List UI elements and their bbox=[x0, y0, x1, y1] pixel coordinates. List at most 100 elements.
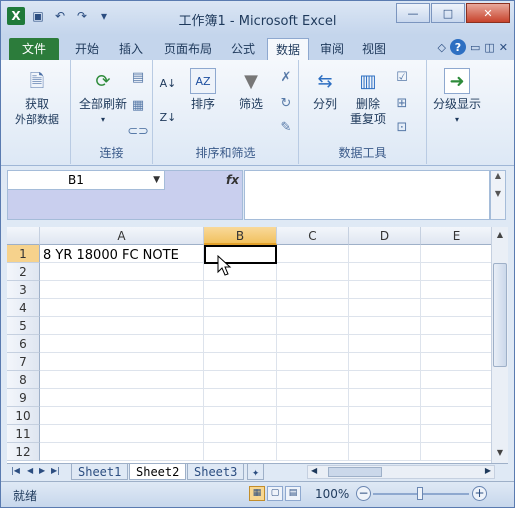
cell-b6[interactable] bbox=[204, 335, 277, 353]
cell-e1[interactable] bbox=[421, 245, 491, 263]
active-cell-b1[interactable] bbox=[204, 245, 277, 264]
scroll-down-icon[interactable]: ▼ bbox=[493, 446, 507, 460]
row-header-4[interactable]: 4 bbox=[7, 299, 40, 317]
cell-a11[interactable] bbox=[40, 425, 204, 443]
zoom-slider-thumb[interactable] bbox=[417, 487, 423, 500]
cell-e3[interactable] bbox=[421, 281, 491, 299]
data-validation-icon[interactable]: ☑ bbox=[393, 68, 411, 86]
sort-button[interactable]: AZ 排序 bbox=[183, 68, 223, 112]
row-header-11[interactable]: 11 bbox=[7, 425, 40, 443]
tab-insert[interactable]: 插入 bbox=[111, 38, 151, 60]
scroll-right-icon[interactable]: ▶ bbox=[485, 466, 491, 475]
cell-d6[interactable] bbox=[349, 335, 421, 353]
clear-filter-icon[interactable]: ✗ bbox=[277, 68, 295, 86]
tab-formulas[interactable]: 公式 bbox=[223, 38, 263, 60]
customize-qat-icon[interactable]: ▾ bbox=[95, 7, 113, 25]
page-break-view-icon[interactable]: ▤ bbox=[285, 486, 301, 501]
help-icon[interactable]: ? bbox=[449, 39, 466, 55]
doc-close-icon[interactable]: ✕ bbox=[499, 41, 508, 54]
sort-a-z-icon[interactable]: A↓ bbox=[159, 74, 177, 92]
cell-d7[interactable] bbox=[349, 353, 421, 371]
cell-e8[interactable] bbox=[421, 371, 491, 389]
column-header-b[interactable]: B bbox=[204, 227, 277, 245]
cell-b5[interactable] bbox=[204, 317, 277, 335]
cell-a6[interactable] bbox=[40, 335, 204, 353]
column-header-d[interactable]: D bbox=[349, 227, 421, 245]
cell-e6[interactable] bbox=[421, 335, 491, 353]
row-header-6[interactable]: 6 bbox=[7, 335, 40, 353]
cell-b3[interactable] bbox=[204, 281, 277, 299]
cell-a5[interactable] bbox=[40, 317, 204, 335]
tab-view[interactable]: 视图 bbox=[354, 38, 394, 60]
cell-a2[interactable] bbox=[40, 263, 204, 281]
cell-c10[interactable] bbox=[277, 407, 349, 425]
cell-c6[interactable] bbox=[277, 335, 349, 353]
tab-page-layout[interactable]: 页面布局 bbox=[156, 38, 220, 60]
tab-review[interactable]: 审阅 bbox=[312, 38, 352, 60]
redo-icon[interactable]: ↷ bbox=[73, 7, 91, 25]
formula-expand-icon[interactable]: ▲ ▼ bbox=[490, 170, 506, 220]
name-box[interactable]: B1 ▼ bbox=[7, 170, 165, 190]
cell-c9[interactable] bbox=[277, 389, 349, 407]
cell-a1[interactable]: 8 YR 18000 FC NOTE bbox=[43, 247, 179, 265]
tab-data[interactable]: 数据 bbox=[267, 38, 310, 60]
sheet-tab-sheet3[interactable]: Sheet3 bbox=[187, 464, 245, 480]
cell-e10[interactable] bbox=[421, 407, 491, 425]
row-header-12[interactable]: 12 bbox=[7, 443, 40, 461]
insert-sheet-icon[interactable]: ✦ bbox=[247, 464, 265, 480]
row-header-9[interactable]: 9 bbox=[7, 389, 40, 407]
cell-b4[interactable] bbox=[204, 299, 277, 317]
scroll-up-icon[interactable]: ▲ bbox=[493, 228, 507, 242]
what-if-icon[interactable]: ⊡ bbox=[393, 118, 411, 136]
cell-b7[interactable] bbox=[204, 353, 277, 371]
save-icon[interactable]: ▣ bbox=[29, 7, 47, 25]
horizontal-scroll-thumb[interactable] bbox=[328, 467, 382, 477]
outline-button[interactable]: ➜ 分级显示 ▾ bbox=[427, 68, 487, 127]
column-header-a[interactable]: A bbox=[40, 227, 204, 245]
maximize-button[interactable]: □ bbox=[431, 3, 465, 23]
get-external-data-button[interactable]: 🗎 获取 外部数据 bbox=[7, 68, 67, 127]
row-header-7[interactable]: 7 bbox=[7, 353, 40, 371]
cell-a4[interactable] bbox=[40, 299, 204, 317]
cell-c11[interactable] bbox=[277, 425, 349, 443]
name-box-dropdown-icon[interactable]: ▼ bbox=[153, 171, 160, 189]
next-sheet-icon[interactable]: ▶ bbox=[39, 466, 45, 475]
zoom-in-icon[interactable]: + bbox=[472, 486, 487, 501]
prev-sheet-icon[interactable]: ◀ bbox=[27, 466, 33, 475]
cell-d10[interactable] bbox=[349, 407, 421, 425]
cell-b10[interactable] bbox=[204, 407, 277, 425]
row-header-1[interactable]: 1 bbox=[7, 245, 40, 263]
cell-a10[interactable] bbox=[40, 407, 204, 425]
advanced-filter-icon[interactable]: ✎ bbox=[277, 118, 295, 136]
cell-e12[interactable] bbox=[421, 443, 491, 461]
normal-view-icon[interactable]: ▦ bbox=[249, 486, 265, 501]
cell-c3[interactable] bbox=[277, 281, 349, 299]
row-header-3[interactable]: 3 bbox=[7, 281, 40, 299]
row-header-8[interactable]: 8 bbox=[7, 371, 40, 389]
row-header-2[interactable]: 2 bbox=[7, 263, 40, 281]
cell-c1[interactable] bbox=[277, 245, 349, 263]
cell-e4[interactable] bbox=[421, 299, 491, 317]
tab-home[interactable]: 开始 bbox=[67, 38, 107, 60]
fx-icon[interactable]: fx bbox=[226, 173, 239, 187]
last-sheet-icon[interactable]: ▶| bbox=[51, 466, 60, 475]
cell-e7[interactable] bbox=[421, 353, 491, 371]
formula-input[interactable] bbox=[244, 170, 490, 220]
consolidate-icon[interactable]: ⊞ bbox=[393, 94, 411, 112]
cell-b9[interactable] bbox=[204, 389, 277, 407]
cell-a7[interactable] bbox=[40, 353, 204, 371]
cell-b11[interactable] bbox=[204, 425, 277, 443]
cell-c2[interactable] bbox=[277, 263, 349, 281]
excel-logo-icon[interactable]: X bbox=[7, 7, 25, 25]
properties-icon[interactable]: ▦ bbox=[129, 96, 147, 114]
vertical-scrollbar[interactable]: ▲ ▼ bbox=[491, 227, 508, 463]
filter-button[interactable]: ▼ 筛选 bbox=[231, 68, 271, 112]
cell-c7[interactable] bbox=[277, 353, 349, 371]
cell-d1[interactable] bbox=[349, 245, 421, 263]
reapply-icon[interactable]: ↻ bbox=[277, 94, 295, 112]
cell-d4[interactable] bbox=[349, 299, 421, 317]
column-header-e[interactable]: E bbox=[421, 227, 491, 245]
cell-c4[interactable] bbox=[277, 299, 349, 317]
cell-d9[interactable] bbox=[349, 389, 421, 407]
cell-e5[interactable] bbox=[421, 317, 491, 335]
